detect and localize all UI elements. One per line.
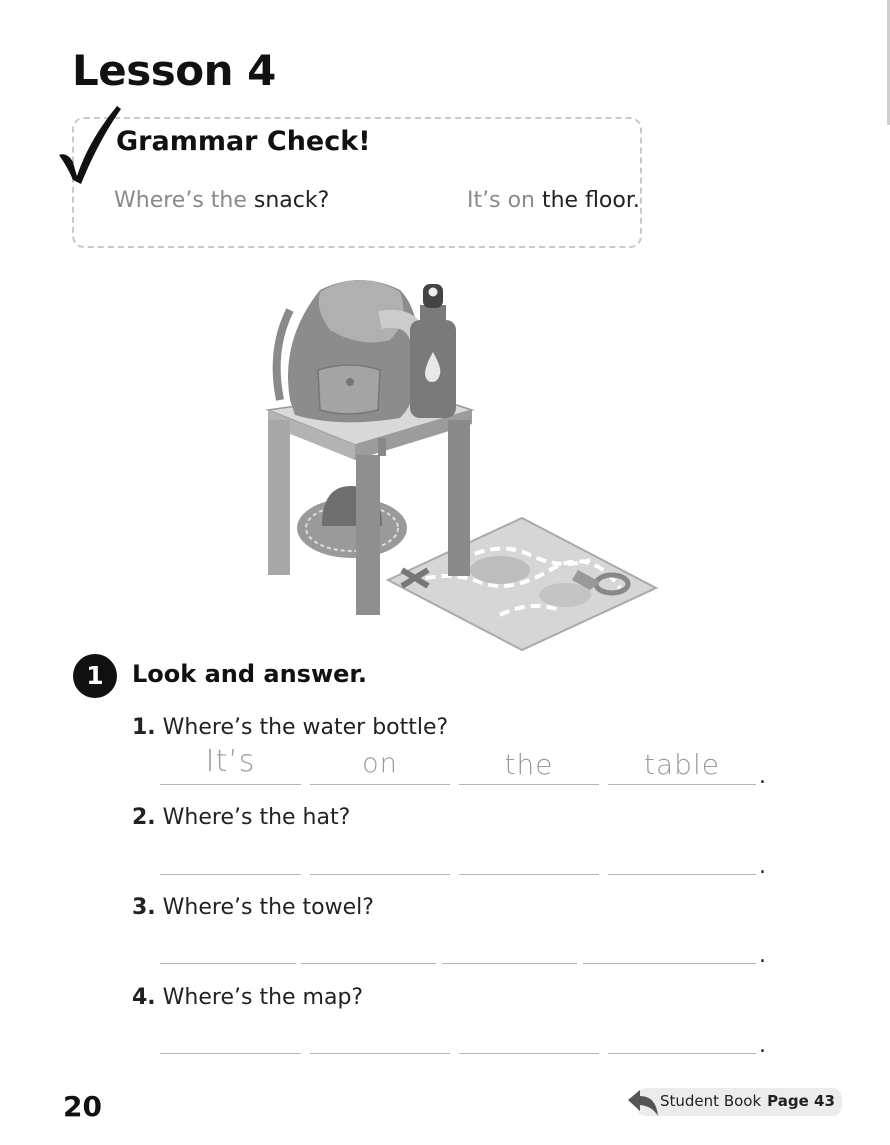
checkmark-icon bbox=[59, 106, 121, 184]
question-number: 2. bbox=[132, 805, 156, 830]
page-number: 20 bbox=[63, 1090, 102, 1123]
question-2: 2. Where’s the hat? bbox=[132, 805, 350, 830]
answer-blank[interactable] bbox=[608, 784, 756, 785]
question-1: 1. Where’s the water bottle? bbox=[132, 715, 448, 740]
answer-blank[interactable] bbox=[160, 1053, 301, 1054]
student-book-label: Student Book Page 43 bbox=[660, 1092, 835, 1110]
period: . bbox=[759, 854, 766, 879]
answer-blank[interactable] bbox=[459, 784, 599, 785]
answer-part2: the floor. bbox=[541, 188, 640, 213]
question-number: 3. bbox=[132, 895, 156, 920]
table-scene-illustration bbox=[265, 280, 659, 652]
question-number: 4. bbox=[132, 985, 156, 1010]
question-4: 4. Where’s the map? bbox=[132, 985, 363, 1010]
answer-word-4: table bbox=[644, 748, 720, 781]
reference-page: Page 43 bbox=[767, 1092, 835, 1110]
water-bottle-illustration bbox=[410, 284, 456, 418]
answer-blank[interactable] bbox=[310, 1053, 450, 1054]
answer-word-1: It’s bbox=[205, 744, 256, 779]
answer-blank[interactable] bbox=[160, 963, 296, 964]
question-number: 1. bbox=[132, 715, 156, 740]
answer-word-3: the bbox=[504, 748, 554, 781]
answer-word-2: on bbox=[362, 748, 398, 779]
answer-blank[interactable] bbox=[442, 963, 577, 964]
answer-blank[interactable] bbox=[310, 784, 450, 785]
answer-blank[interactable] bbox=[160, 874, 301, 875]
exercise-number-badge: 1 bbox=[73, 654, 117, 698]
answer-blank[interactable] bbox=[608, 1053, 756, 1054]
question-3: 3. Where’s the towel? bbox=[132, 895, 374, 920]
lesson-title: Lesson 4 bbox=[72, 46, 276, 95]
exercise-title: Look and answer. bbox=[132, 660, 367, 688]
grammar-check-question: Where’s the snack? bbox=[114, 188, 329, 213]
answer-blank[interactable] bbox=[608, 874, 756, 875]
answer-blank[interactable] bbox=[459, 874, 599, 875]
answer-blank[interactable] bbox=[160, 784, 301, 785]
period: . bbox=[759, 943, 766, 968]
question-part2: snack? bbox=[253, 188, 330, 213]
answer-blank[interactable] bbox=[459, 1053, 599, 1054]
question-text: Where’s the towel? bbox=[162, 895, 374, 920]
period: . bbox=[759, 764, 766, 789]
answer-part1: It’s on bbox=[467, 188, 535, 213]
grammar-check-title: Grammar Check! bbox=[116, 126, 371, 157]
map-illustration bbox=[385, 516, 659, 652]
back-arrow-icon bbox=[628, 1090, 658, 1116]
period: . bbox=[759, 1033, 766, 1058]
question-text: Where’s the hat? bbox=[162, 805, 351, 830]
reference-label: Student Book bbox=[660, 1092, 762, 1110]
question-text: Where’s the map? bbox=[162, 985, 364, 1010]
answer-blank[interactable] bbox=[301, 963, 436, 964]
question-part1: Where’s the bbox=[114, 188, 247, 213]
grammar-check-answer: It’s on the floor. bbox=[467, 188, 640, 213]
answer-blank[interactable] bbox=[310, 874, 450, 875]
backpack-illustration bbox=[272, 280, 431, 423]
answer-blank[interactable] bbox=[583, 963, 756, 964]
question-text: Where’s the water bottle? bbox=[162, 715, 449, 740]
hat-illustration bbox=[297, 485, 407, 558]
